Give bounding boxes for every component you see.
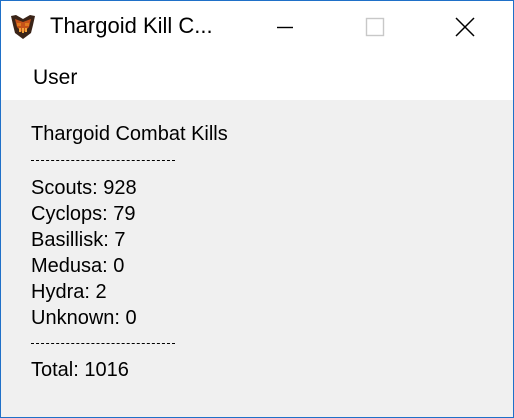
minimize-button[interactable] [240,1,330,52]
kill-count-basillisk: Basillisk: 7 [31,229,126,251]
kill-count-medusa: Medusa: 0 [31,255,125,277]
window-title: Thargoid Kill C... [50,13,213,38]
maximize-button[interactable] [330,1,420,52]
heading-separator [31,160,175,161]
app-window: Thargoid Kill C... User Thargoid Combat … [0,0,514,418]
minimize-icon [277,26,293,28]
maximize-icon [365,17,385,36]
kill-count-cyclops: Cyclops: 79 [31,203,136,225]
menu-item-user[interactable]: User [21,60,89,96]
title-bar[interactable]: Thargoid Kill C... [1,1,513,52]
kill-count-unknown: Unknown: 0 [31,307,137,329]
kills-heading: Thargoid Combat Kills [31,123,228,145]
kill-total: Total: 1016 [31,359,129,381]
kills-panel: Thargoid Combat Kills Scouts: 928 Cyclop… [1,100,513,417]
kill-count-hydra: Hydra: 2 [31,281,107,303]
kill-count-scouts: Scouts: 928 [31,177,137,199]
thargoid-app-icon [11,15,35,39]
close-button[interactable] [420,1,510,52]
total-separator [31,343,175,344]
menu-bar: User [1,52,513,100]
close-icon [455,16,475,37]
